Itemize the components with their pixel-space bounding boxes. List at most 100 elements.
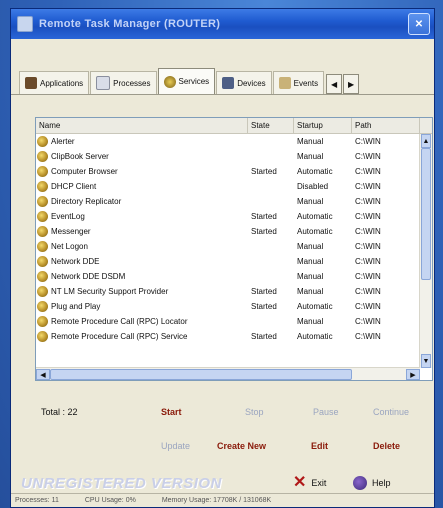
table-row[interactable]: Network DDE DSDM Manual C:\WIN [36, 269, 420, 284]
hscroll-thumb[interactable] [50, 369, 352, 380]
update-button[interactable]: Update [161, 441, 190, 451]
service-startup: Manual [297, 272, 324, 281]
continue-button[interactable]: Continue [373, 407, 409, 417]
tab-label: Devices [237, 78, 266, 88]
exit-button[interactable]: ✕ Exit [293, 475, 326, 491]
vertical-scrollbar[interactable]: ▲ ▼ [419, 134, 432, 368]
service-icon [37, 166, 48, 177]
service-path: C:\WIN [355, 332, 381, 341]
service-name-cell: Network DDE [36, 256, 248, 267]
scroll-right-icon[interactable]: ▶ [406, 369, 420, 380]
service-path: C:\WIN [355, 257, 381, 266]
service-name: Computer Browser [51, 167, 118, 176]
exit-icon: ✕ [293, 474, 307, 491]
service-name-cell: Computer Browser [36, 166, 248, 177]
scroll-up-icon[interactable]: ▲ [421, 134, 431, 148]
service-name: Net Logon [51, 242, 88, 251]
service-startup: Automatic [297, 227, 333, 236]
service-name: Remote Procedure Call (RPC) Service [51, 332, 188, 341]
service-name: Remote Procedure Call (RPC) Locator [51, 317, 188, 326]
tab-services[interactable]: Services [157, 68, 216, 94]
table-row[interactable]: ClipBook Server Manual C:\WIN [36, 149, 420, 164]
pause-button[interactable]: Pause [313, 407, 339, 417]
column-header-state[interactable]: State [248, 118, 294, 133]
service-name-cell: Alerter [36, 136, 248, 147]
service-icon [37, 301, 48, 312]
column-header-startup[interactable]: Startup [294, 118, 352, 133]
service-icon [37, 331, 48, 342]
tab-applications[interactable]: Applications [19, 71, 90, 94]
close-icon[interactable]: ✕ [408, 13, 430, 35]
help-label: Help [372, 478, 391, 488]
table-row[interactable]: Messenger Started Automatic C:\WIN [36, 224, 420, 239]
help-button[interactable]: Help [353, 476, 391, 490]
service-icon [37, 316, 48, 327]
tab-devices[interactable]: Devices [216, 71, 272, 94]
table-row[interactable]: NT LM Security Support Provider Started Ma… [36, 284, 420, 299]
column-header-name[interactable]: Name [36, 118, 248, 133]
table-row[interactable]: Computer Browser Started Automatic C:\WIN [36, 164, 420, 179]
title-bar[interactable]: Remote Task Manager (ROUTER) ✕ [11, 9, 434, 39]
service-name-cell: Remote Procedure Call (RPC) Locator [36, 316, 248, 327]
service-name: Alerter [51, 137, 75, 146]
table-row[interactable]: Plug and Play Started Automatic C:\WIN [36, 299, 420, 314]
remote-task-manager-window: Remote Task Manager (ROUTER) ✕ Applicati… [10, 8, 435, 508]
table-row[interactable]: Directory Replicator Manual C:\WIN [36, 194, 420, 209]
exit-label: Exit [311, 478, 327, 488]
service-name: Network DDE DSDM [51, 272, 126, 281]
service-path: C:\WIN [355, 242, 381, 251]
scroll-down-icon[interactable]: ▼ [421, 354, 431, 368]
help-icon [353, 476, 367, 490]
service-startup: Manual [297, 137, 324, 146]
service-startup: Manual [297, 317, 324, 326]
scroll-left-icon[interactable]: ◀ [36, 369, 50, 380]
service-icon [37, 181, 48, 192]
stop-button[interactable]: Stop [245, 407, 264, 417]
tab-processes[interactable]: Processes [90, 71, 157, 94]
service-path: C:\WIN [355, 137, 381, 146]
service-startup: Manual [297, 197, 324, 206]
applications-icon [25, 77, 37, 89]
table-row[interactable]: Network DDE Manual C:\WIN [36, 254, 420, 269]
table-row[interactable]: Alerter Manual C:\WIN [36, 134, 420, 149]
create-new-button[interactable]: Create New [217, 441, 266, 451]
table-row[interactable]: Remote Procedure Call (RPC) Locator Manua… [36, 314, 420, 329]
delete-button[interactable]: Delete [373, 441, 400, 451]
service-state: Started [251, 227, 277, 236]
service-startup: Automatic [297, 167, 333, 176]
table-row[interactable]: DHCP Client Disabled C:\WIN [36, 179, 420, 194]
scroll-thumb[interactable] [421, 148, 431, 280]
service-name-cell: Plug and Play [36, 301, 248, 312]
service-icon [37, 271, 48, 282]
service-name-cell: Remote Procedure Call (RPC) Service [36, 331, 248, 342]
service-path: C:\WIN [355, 182, 381, 191]
service-startup: Disabled [297, 182, 329, 191]
tab-label: Services [178, 77, 210, 86]
service-name: ClipBook Server [51, 152, 109, 161]
table-row[interactable]: Remote Procedure Call (RPC) Service Start… [36, 329, 420, 344]
service-state: Started [251, 332, 277, 341]
column-header-path[interactable]: Path [352, 118, 420, 133]
service-name: Network DDE [51, 257, 100, 266]
horizontal-scrollbar[interactable]: ◀ ▶ [36, 367, 420, 380]
unregistered-banner: UNREGISTERED VERSION [21, 474, 222, 492]
edit-button[interactable]: Edit [311, 441, 328, 451]
services-list[interactable]: Name State Startup Path Alerter Manual C:\… [35, 117, 433, 381]
tab-label: Applications [40, 78, 84, 88]
status-bar: Processes: 11 CPU Usage: 0% Memory Usage… [11, 493, 434, 507]
service-path: C:\WIN [355, 302, 381, 311]
start-button[interactable]: Start [161, 407, 182, 417]
service-path: C:\WIN [355, 152, 381, 161]
service-state: Started [251, 287, 277, 296]
service-icon [37, 241, 48, 252]
tab-scroll-left-icon[interactable]: ◀ [326, 74, 343, 94]
tab-events[interactable]: Events [272, 71, 325, 94]
service-startup: Manual [297, 152, 324, 161]
tab-scroll-right-icon[interactable]: ▶ [343, 74, 360, 94]
service-path: C:\WIN [355, 167, 381, 176]
service-startup: Automatic [297, 212, 333, 221]
table-row[interactable]: Net Logon Manual C:\WIN [36, 239, 420, 254]
service-path: C:\WIN [355, 272, 381, 281]
table-row[interactable]: EventLog Started Automatic C:\WIN [36, 209, 420, 224]
service-name: DHCP Client [51, 182, 97, 191]
